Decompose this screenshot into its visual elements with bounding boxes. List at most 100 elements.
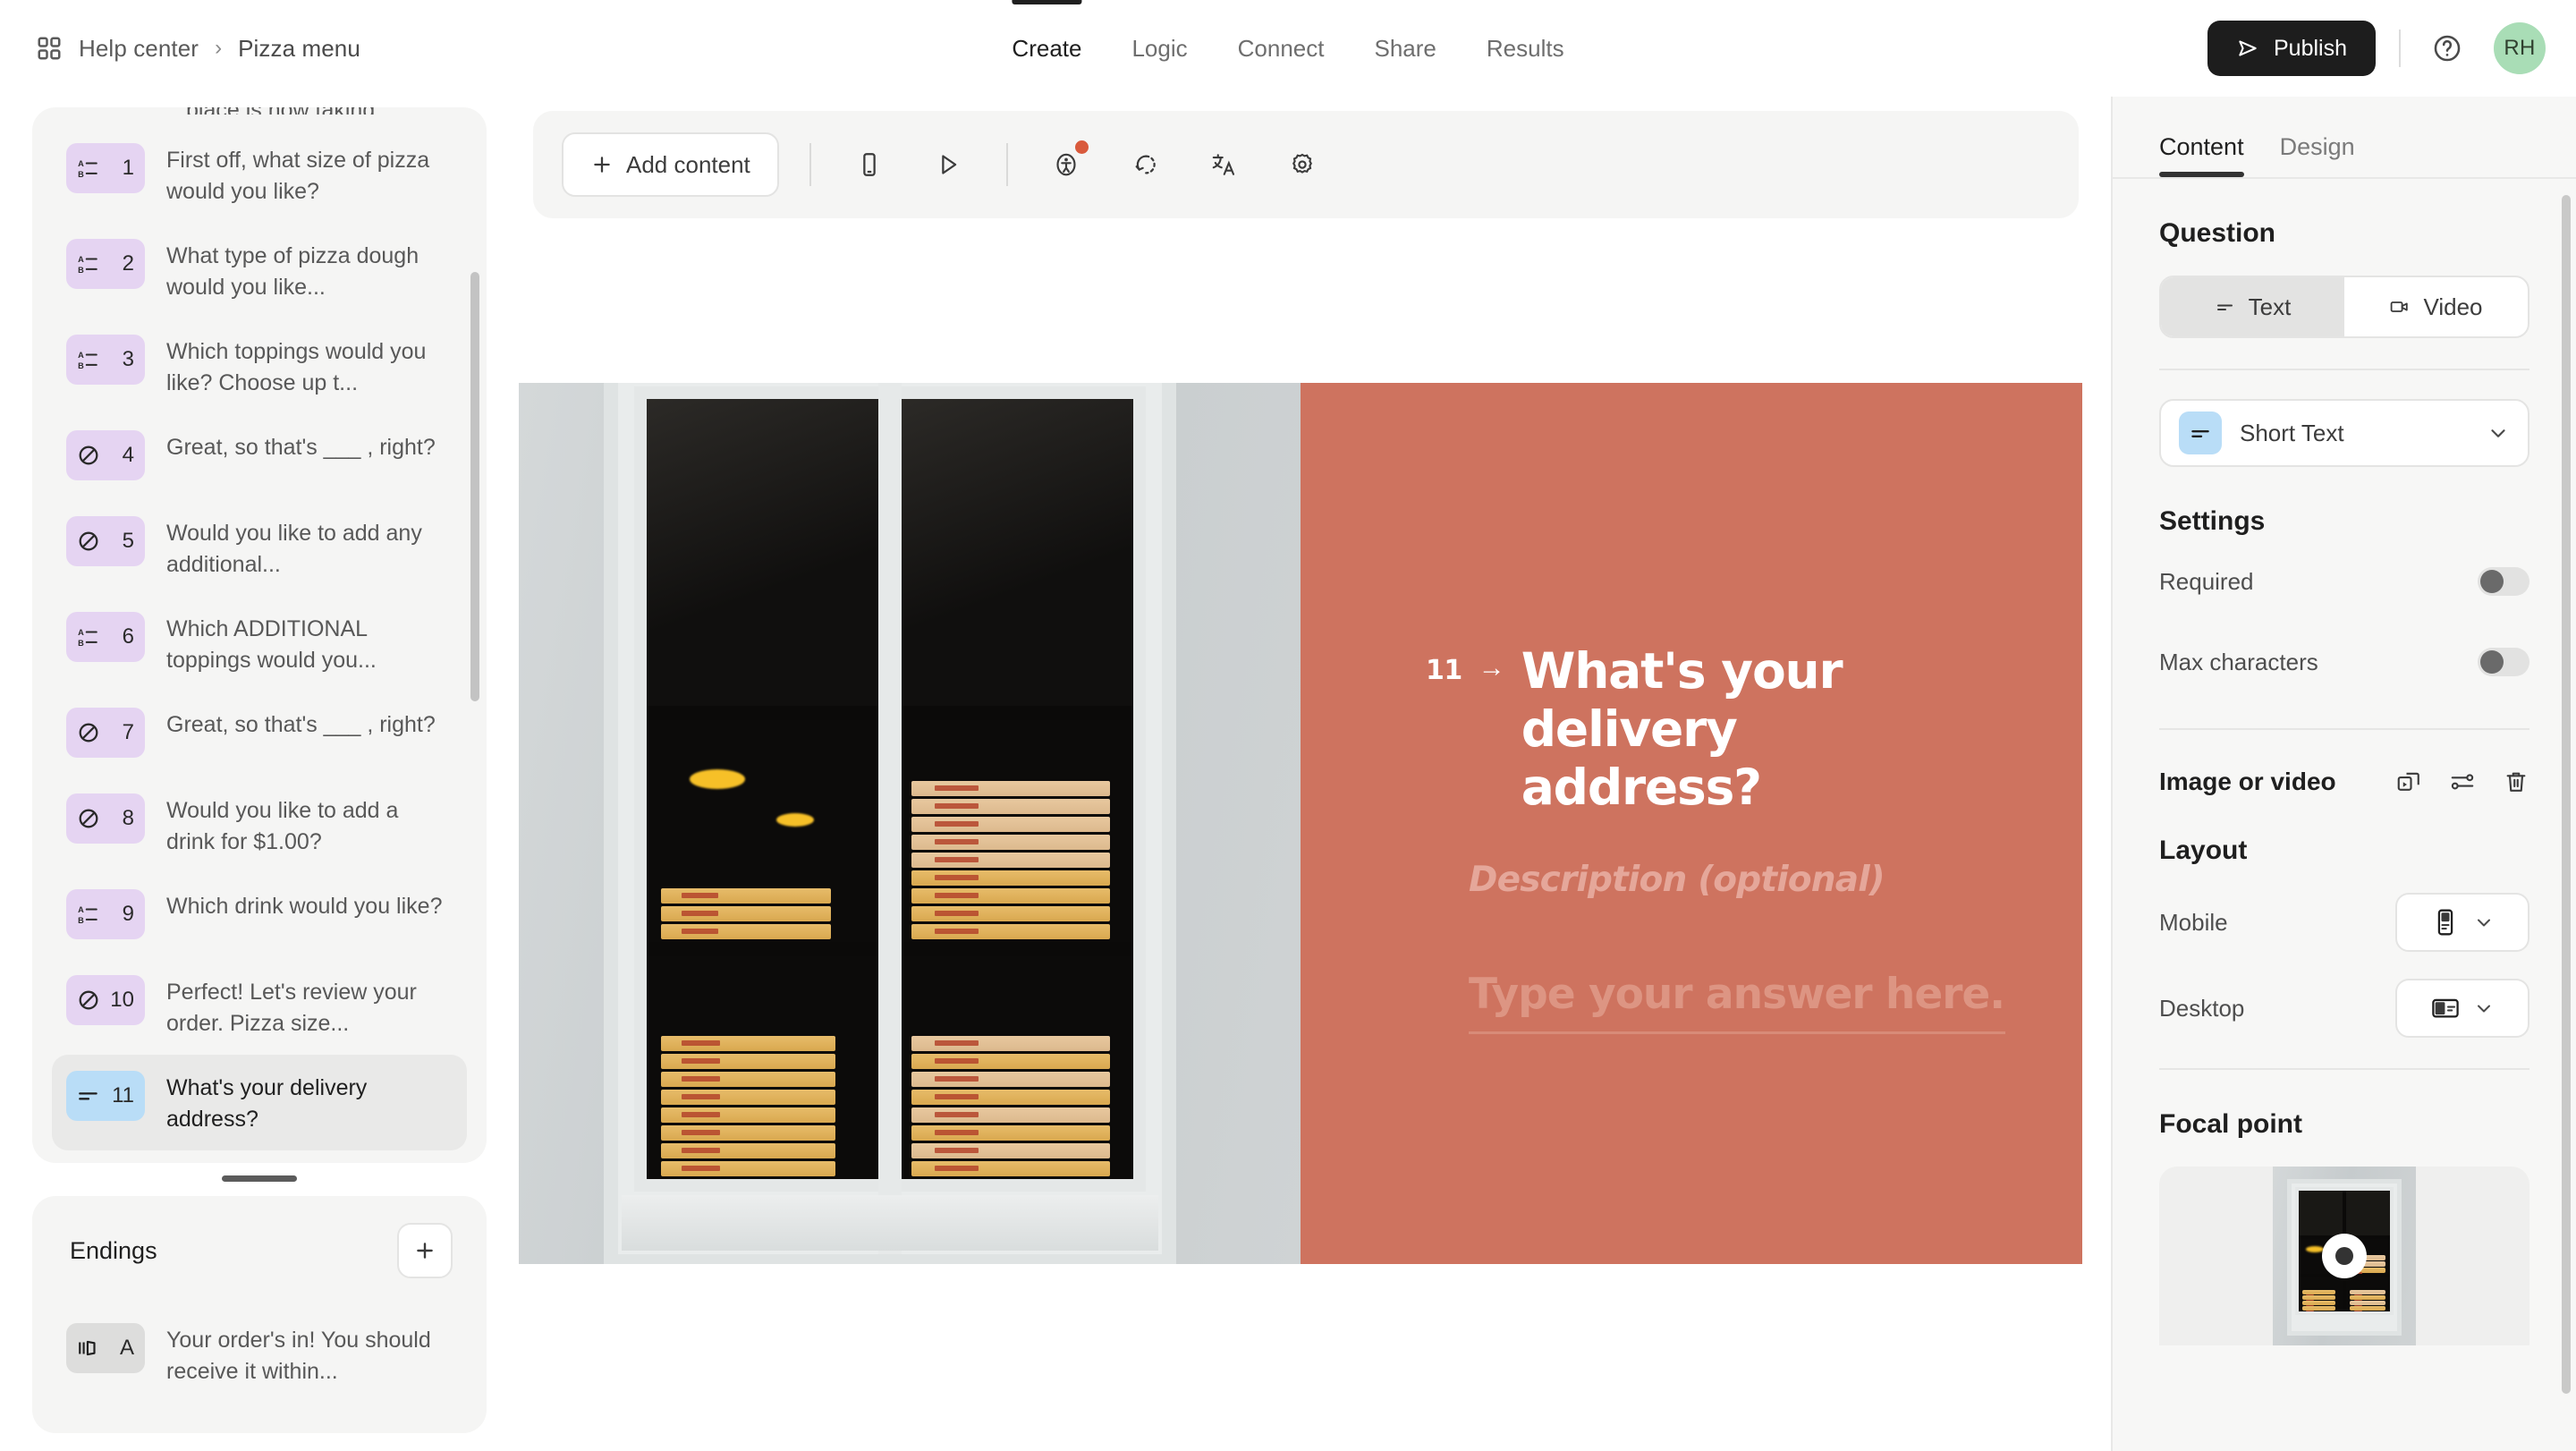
panel-body: Question Text Video Short Text Settings … <box>2113 218 2576 1345</box>
toolbar-divider <box>1005 143 1008 186</box>
tab-create[interactable]: Create <box>1012 0 1082 97</box>
pizza-box-stack <box>660 888 831 942</box>
multiple-choice-icon: A B <box>78 905 97 925</box>
avatar[interactable]: RH <box>2494 22 2546 74</box>
question-item-2[interactable]: A B 2 What type of pizza dough would you… <box>52 223 467 318</box>
question-item-3[interactable]: A B 3 Which toppings would you like? Cho… <box>52 318 467 414</box>
question-label: Great, so that's ___ , right? <box>166 435 436 460</box>
focal-point-marker[interactable] <box>2322 1234 2367 1278</box>
question-label: Would you like to add a drink for $1.00? <box>166 798 399 854</box>
preview-description-placeholder[interactable]: Description (optional) <box>1469 860 1966 900</box>
yes-no-icon <box>79 809 98 828</box>
yes-no-icon <box>79 990 98 1010</box>
preview-answer-input[interactable]: Type your answer here.. <box>1469 970 2005 1034</box>
divider <box>2159 728 2529 730</box>
question-badge: 10 <box>66 975 145 1025</box>
question-number: 6 <box>122 624 134 649</box>
short-text-icon-badge <box>2179 412 2222 454</box>
tab-logic[interactable]: Logic <box>1131 0 1187 97</box>
question-label: Which drink would you like? <box>166 894 443 919</box>
svg-text:A: A <box>78 905 84 914</box>
settings-button[interactable] <box>1275 137 1330 192</box>
question-label: Great, so that's ___ , right? <box>166 712 436 737</box>
svg-text:A: A <box>78 628 84 637</box>
translate-button[interactable] <box>1196 137 1251 192</box>
question-item-9[interactable]: A B 9 Which drink would you like? <box>52 873 467 959</box>
delete-media-icon[interactable] <box>2503 768 2529 795</box>
question-item-8[interactable]: 8 Would you like to add a drink for $1.0… <box>52 777 467 873</box>
undo-button[interactable] <box>1117 137 1173 192</box>
tab-content[interactable]: Content <box>2159 133 2244 177</box>
preview-answer-placeholder: Type your answer here.. <box>1469 969 2005 1019</box>
question-type-select[interactable]: Short Text <box>2159 399 2529 467</box>
tab-share[interactable]: Share <box>1374 0 1436 97</box>
plus-icon <box>594 157 610 173</box>
svg-text:B: B <box>78 266 84 275</box>
question-item-11[interactable]: 11 What's your delivery address? <box>52 1055 467 1150</box>
setting-row-max-characters: Max characters <box>2159 626 2529 698</box>
segment-text[interactable]: Text <box>2161 277 2344 336</box>
panel-resize-handle[interactable] <box>222 1175 297 1182</box>
adjust-media-icon[interactable] <box>2449 768 2476 795</box>
grid-menu-icon[interactable] <box>36 35 63 62</box>
undo-icon <box>1135 155 1156 174</box>
preview-question-number: 11 <box>1426 655 1462 686</box>
play-preview-button[interactable] <box>920 137 976 192</box>
video-icon <box>2391 301 2409 312</box>
endings-header: Endings <box>52 1219 467 1282</box>
tab-design[interactable]: Design <box>2280 133 2355 177</box>
question-number: 9 <box>122 902 134 926</box>
header-divider <box>2399 30 2401 67</box>
short-text-icon <box>2216 304 2233 310</box>
max-characters-toggle[interactable] <box>2478 648 2529 676</box>
preview-image <box>519 383 1301 1264</box>
question-item-7[interactable]: 7 Great, so that's ___ , right? <box>52 692 467 777</box>
ending-badge: A <box>66 1323 145 1373</box>
question-item-1[interactable]: A B 1 First off, what size of pizza woul… <box>52 127 467 223</box>
preview-question-title[interactable]: What's your delivery address? <box>1521 642 1942 817</box>
question-item-4[interactable]: 4 Great, so that's ___ , right? <box>52 414 467 500</box>
question-item-5[interactable]: 5 Would you like to add any additional..… <box>52 500 467 596</box>
pizza-box-stack <box>660 1036 836 1179</box>
short-text-icon <box>79 1092 97 1100</box>
required-toggle[interactable] <box>2478 567 2529 596</box>
window-mullion <box>878 383 902 1254</box>
breadcrumb-current[interactable]: Pizza menu <box>238 35 360 63</box>
divider <box>2159 369 2529 370</box>
question-item-10[interactable]: 10 Perfect! Let's review your order. Piz… <box>52 959 467 1055</box>
yes-no-icon <box>79 531 98 551</box>
pizza-box-stack <box>911 1036 1110 1179</box>
questions-scroll-area[interactable]: place is now taking... A B 1 First off, … <box>32 107 487 1163</box>
question-item-6[interactable]: A B 6 Which ADDITIONAL toppings would yo… <box>52 596 467 692</box>
desktop-layout-select[interactable] <box>2395 979 2529 1038</box>
translate-icon <box>1212 154 1234 175</box>
required-label: Required <box>2159 567 2254 595</box>
replace-media-icon[interactable] <box>2395 768 2422 795</box>
mobile-preview-button[interactable] <box>842 137 897 192</box>
add-content-button[interactable]: Add content <box>562 132 779 197</box>
image-or-video-title: Image or video <box>2159 768 2336 795</box>
question-number: 11 <box>112 1083 134 1107</box>
panel-scrollbar[interactable] <box>2562 195 2571 1394</box>
media-actions <box>2395 768 2529 795</box>
window-pane <box>647 956 883 1179</box>
question-badge: A B 1 <box>66 143 145 193</box>
multiple-choice-icon: A B <box>78 351 97 370</box>
segment-video[interactable]: Video <box>2344 277 2528 336</box>
mobile-layout-select[interactable] <box>2395 893 2529 952</box>
publish-button[interactable]: Publish <box>2207 21 2376 76</box>
question-number: 1 <box>122 156 134 180</box>
question-badge: 4 <box>66 430 145 480</box>
breadcrumb-home[interactable]: Help center <box>79 35 199 63</box>
focal-point-editor[interactable] <box>2159 1167 2529 1345</box>
questions-scrollbar[interactable] <box>470 272 479 701</box>
tab-connect[interactable]: Connect <box>1238 0 1325 97</box>
segment-text-label: Text <box>2248 293 2292 320</box>
add-ending-button[interactable] <box>397 1223 453 1278</box>
accessibility-button[interactable] <box>1038 137 1094 192</box>
tab-results[interactable]: Results <box>1487 0 1564 97</box>
ending-item-a[interactable]: A Your order's in! You should receive it… <box>52 1307 467 1403</box>
publish-label: Publish <box>2274 35 2347 61</box>
help-button[interactable] <box>2424 25 2470 72</box>
layout-row-mobile: Mobile <box>2159 893 2529 952</box>
